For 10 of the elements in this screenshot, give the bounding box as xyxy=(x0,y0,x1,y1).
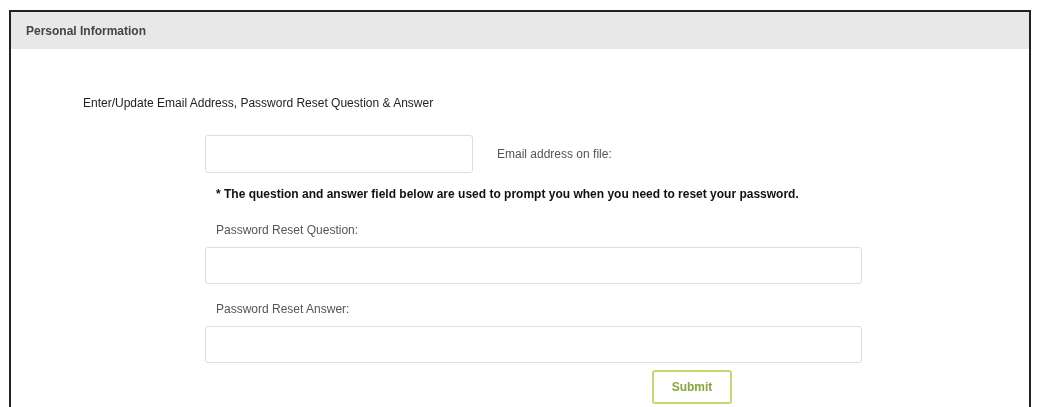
email-label: Email address on file: xyxy=(497,146,612,163)
note-text: * The question and answer field below are used to prompt you when you need to reset your password. xyxy=(216,187,799,201)
field-label: Password Reset Question: xyxy=(216,223,359,237)
email-field[interactable] xyxy=(205,135,473,173)
panel-title: Personal Information xyxy=(26,22,147,40)
section-heading: Enter/Update Email Address, Password Reset Question & Answer xyxy=(83,96,434,110)
field-label: Password Reset Answer: xyxy=(216,302,350,316)
submit-button[interactable]: Submit xyxy=(652,370,732,404)
input-field[interactable] xyxy=(205,326,862,363)
input-field[interactable] xyxy=(205,247,862,284)
